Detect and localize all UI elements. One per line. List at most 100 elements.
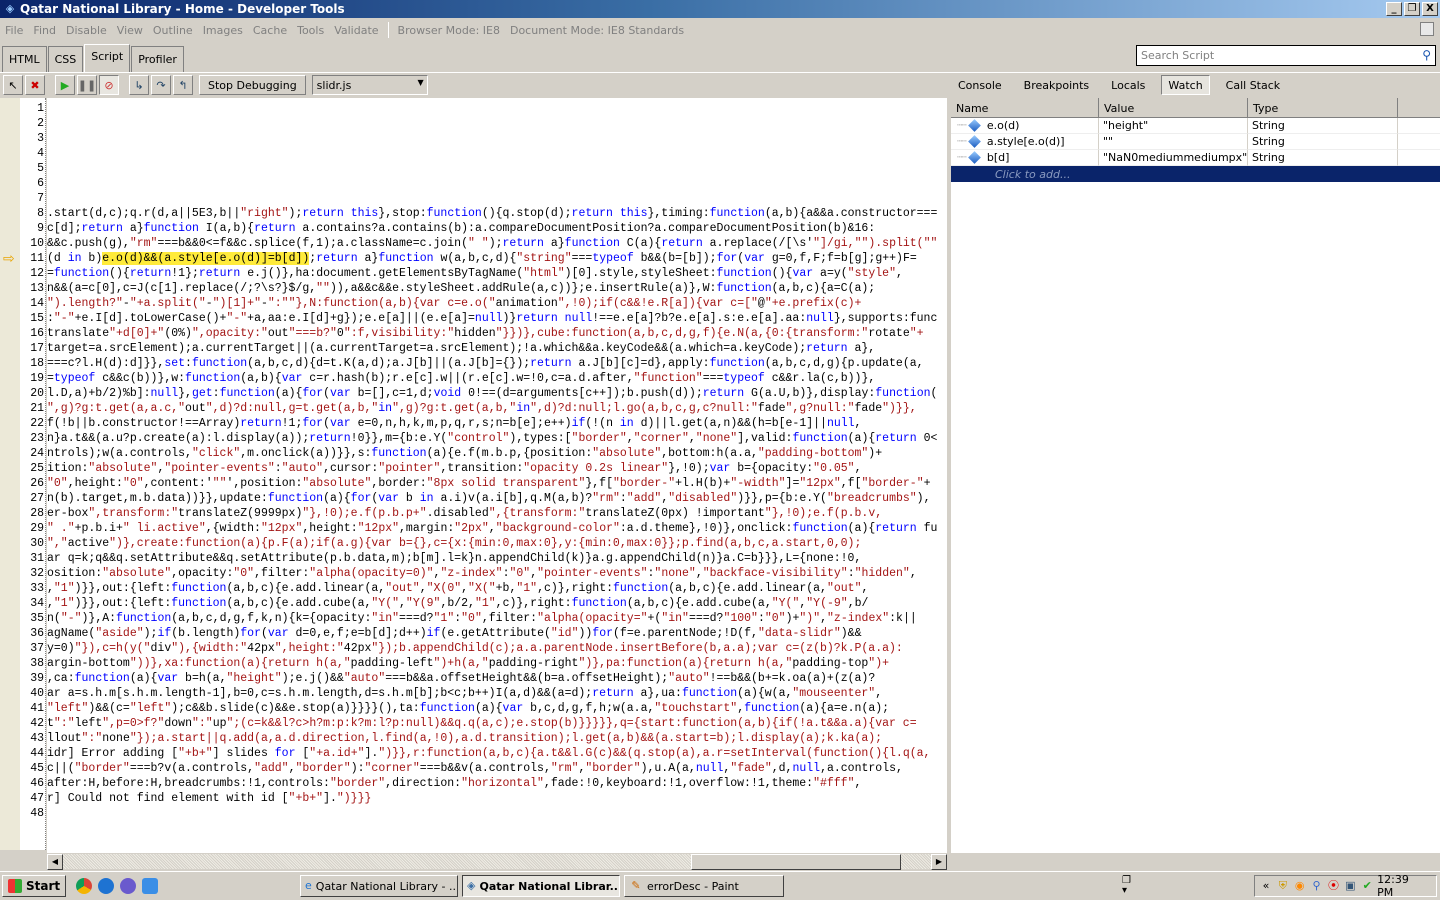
code-line[interactable]: osition:"absolute",opacity:"0",filter:"a…	[47, 566, 917, 581]
code-line[interactable]: f(!b||b.constructor!==Array)return!1;for…	[47, 416, 861, 431]
code-editor[interactable]: .start(d,c);q.r(d,a||5E3,b||"right");ret…	[47, 98, 947, 853]
menu-disable[interactable]: Disable	[61, 24, 112, 37]
code-line[interactable]: agName("aside");if(b.length)for(var d=0,…	[47, 626, 862, 641]
add-watch-row[interactable]: Click to add...	[951, 166, 1440, 182]
code-line[interactable]: n}a.t&&(a.u?p.create(a):l.display(a));re…	[47, 431, 937, 446]
ie-alt-icon[interactable]	[142, 878, 159, 894]
code-line[interactable]: n("-")},A:function(a,b,c,d,g,f,k,n){k={o…	[47, 611, 917, 626]
code-line[interactable]: ===c?l.H(d):d]}},set:function(a,b,c,d){d…	[47, 356, 924, 371]
menu-outline[interactable]: Outline	[148, 24, 198, 37]
browser-mode-menu[interactable]: Browser Mode: IE8	[393, 24, 505, 37]
tab-locals[interactable]: Locals	[1105, 75, 1151, 95]
record-icon[interactable]: ⦿	[1327, 879, 1341, 893]
menu-view[interactable]: View	[112, 24, 148, 37]
code-line[interactable]: r] Could not find element with id ["+b+"…	[47, 791, 371, 806]
tab-console[interactable]: Console	[952, 75, 1008, 95]
code-line[interactable]: er-box",transform:"translateZ(9999px)"},…	[47, 506, 882, 521]
code-line[interactable]: ").length?"-"+a.split("-")[1]+"-":""},N:…	[47, 296, 861, 311]
code-line[interactable]: "0",height:"0",content:'""',position:"ab…	[47, 476, 931, 491]
show-hidden-icons-button[interactable]: «	[1259, 879, 1273, 893]
break-on-error-icon[interactable]: ⊘	[99, 75, 119, 95]
code-line[interactable]: ar a=s.h.m[s.h.m.length-1],b=0,c=s.h.m.l…	[47, 686, 882, 701]
code-line[interactable]: l.D,a)+b/2)%b]:null},get:function(a){for…	[47, 386, 937, 401]
break-icon[interactable]: ❚❚	[77, 75, 97, 95]
restore-button[interactable]: ❐	[1404, 2, 1420, 16]
watch-row[interactable]: ┄┄ e.o(d) "height" String	[951, 118, 1440, 134]
script-file-select[interactable]: slidr.js ▼	[311, 75, 428, 95]
code-line[interactable]: after:H,before:H,breadcrumbs:!1,controls…	[47, 776, 861, 791]
clear-browser-icon[interactable]: ✖	[25, 75, 45, 95]
code-line[interactable]: translate"+d[0]+"(0%)",opacity:"out"===b…	[47, 326, 924, 341]
menu-find[interactable]: Find	[28, 24, 61, 37]
code-line[interactable]: =function(){return!1};return e.j()},ha:d…	[47, 266, 903, 281]
code-line[interactable]: "left")&&(c="left");c&&b.slide(c)&&e.sto…	[47, 701, 889, 716]
document-mode-menu[interactable]: Document Mode: IE8 Standards	[505, 24, 689, 37]
code-line[interactable]: ,ca:function(a){var b=h(a,"height");e.j(…	[47, 671, 875, 686]
close-button[interactable]: X	[1422, 2, 1438, 16]
network-icon[interactable]: ▣	[1343, 879, 1357, 893]
tab-script[interactable]: Script	[84, 44, 131, 72]
search-script-input[interactable]: Search Script ⚲	[1136, 45, 1436, 66]
menu-file[interactable]: File	[0, 24, 28, 37]
horizontal-scrollbar[interactable]: ◀ ▶	[47, 853, 947, 870]
clock[interactable]: 12:39 PM	[1377, 873, 1428, 899]
code-line[interactable]: ition:"absolute","pointer-events":"auto"…	[47, 461, 862, 476]
menu-tools[interactable]: Tools	[292, 24, 329, 37]
code-line[interactable]: argin-bottom"))},xa:function(a){return h…	[47, 656, 889, 671]
tab-profiler[interactable]: Profiler	[131, 46, 184, 72]
media-icon[interactable]	[120, 878, 137, 894]
code-line[interactable]: ","active")},create:function(a){p.F(a);i…	[47, 536, 861, 551]
scroll-left-button[interactable]: ◀	[47, 854, 63, 870]
column-header-value[interactable]: Value	[1099, 98, 1248, 118]
tab-watch[interactable]: Watch	[1161, 75, 1210, 95]
tab-breakpoints[interactable]: Breakpoints	[1018, 75, 1096, 95]
avast-icon[interactable]: ◉	[1293, 879, 1307, 893]
menu-images[interactable]: Images	[198, 24, 248, 37]
code-line[interactable]: c||("border"===b?v(a.controls,"add","bor…	[47, 761, 903, 776]
code-line[interactable]: n(b).target,m.b.data))}},update:function…	[47, 491, 930, 506]
code-line[interactable]: :"-"+e.I[d].toLowerCase()+"-"+a,aa:e.I[d…	[47, 311, 937, 326]
tab-call-stack[interactable]: Call Stack	[1220, 75, 1286, 95]
code-line[interactable]: ",g)?g:t.get(a,a.c,"out",d)?d:null,g=t.g…	[47, 401, 917, 416]
tab-css[interactable]: CSS	[47, 46, 84, 72]
usb-icon[interactable]: ✔	[1360, 879, 1374, 893]
search-icon[interactable]: ⚲	[1422, 48, 1431, 62]
watch-row[interactable]: ┄┄ b[d] "NaN0mediummediumpx" String	[951, 150, 1440, 166]
task-devtools[interactable]: ◈ Qatar National Librar...	[462, 875, 620, 897]
step-into-icon[interactable]: ↳	[129, 75, 149, 95]
dock-icon[interactable]	[1420, 22, 1434, 36]
security-icon[interactable]: ⛨	[1276, 879, 1290, 893]
scroll-right-button[interactable]: ▶	[931, 854, 947, 870]
ie-icon[interactable]	[98, 878, 115, 894]
code-line[interactable]: idr] Error adding ["+b+"] slides for ["+…	[47, 746, 930, 761]
column-header-type[interactable]: Type	[1248, 98, 1398, 118]
code-line[interactable]: llout":"none"});a.start||q.add(a,a.d.dir…	[47, 731, 882, 746]
code-line[interactable]: .start(d,c);q.r(d,a||5E3,b||"right");ret…	[47, 206, 937, 221]
step-over-icon[interactable]: ↷	[151, 75, 171, 95]
task-ie[interactable]: e Qatar National Library - ...	[300, 875, 458, 897]
code-line[interactable]: ntrols);w(a.controls,"click",m.onclick(a…	[47, 446, 882, 461]
code-line[interactable]: ar q=k;q&&q.setAttribute&&q.setAttribute…	[47, 551, 861, 566]
code-line[interactable]: y=0)"}),c=h(y("div"),{width:"42px",heigh…	[47, 641, 903, 656]
language-bar-icon[interactable]: ❐ ▾	[1122, 876, 1131, 896]
scroll-thumb[interactable]	[691, 854, 901, 870]
minimize-button[interactable]: _	[1386, 2, 1402, 16]
code-line[interactable]: n&&(a=c[0],c=J(c[1].replace(/;?\s?}$/g,"…	[47, 281, 875, 296]
watch-row[interactable]: ┄┄ a.style[e.o(d)] "" String	[951, 134, 1440, 150]
breakpoint-gutter[interactable]: ⇨	[0, 98, 20, 850]
code-line[interactable]: t":"left",p=0>f?"down":"up";(c=k&&l?c>h?…	[47, 716, 917, 731]
code-line[interactable]: &&c.push(g),"rm"===b&&0<=f&&c.splice(f,1…	[47, 236, 937, 251]
code-line[interactable]: target=a.srcElement);a.currentTarget||(a…	[47, 341, 875, 356]
chrome-icon[interactable]	[76, 878, 93, 894]
stop-debugging-button[interactable]: Stop Debugging	[199, 75, 306, 95]
code-line[interactable]: " ."+p.b.i+" li.active",{width:"12px",he…	[47, 521, 937, 536]
select-element-icon[interactable]: ↖	[3, 75, 23, 95]
menu-cache[interactable]: Cache	[248, 24, 292, 37]
code-line[interactable]: ,"1")}},out:{left:function(a,b,c){e.add.…	[47, 581, 868, 596]
menu-validate[interactable]: Validate	[329, 24, 383, 37]
step-out-icon[interactable]: ↰	[173, 75, 193, 95]
code-line[interactable]: c[d];return a}function I(a,b){return a.c…	[47, 221, 875, 236]
search-icon[interactable]: ⚲	[1310, 879, 1324, 893]
code-line[interactable]: =typeof c&&c(b))},w:function(a,b){var c=…	[47, 371, 875, 386]
continue-icon[interactable]: ▶	[55, 75, 75, 95]
